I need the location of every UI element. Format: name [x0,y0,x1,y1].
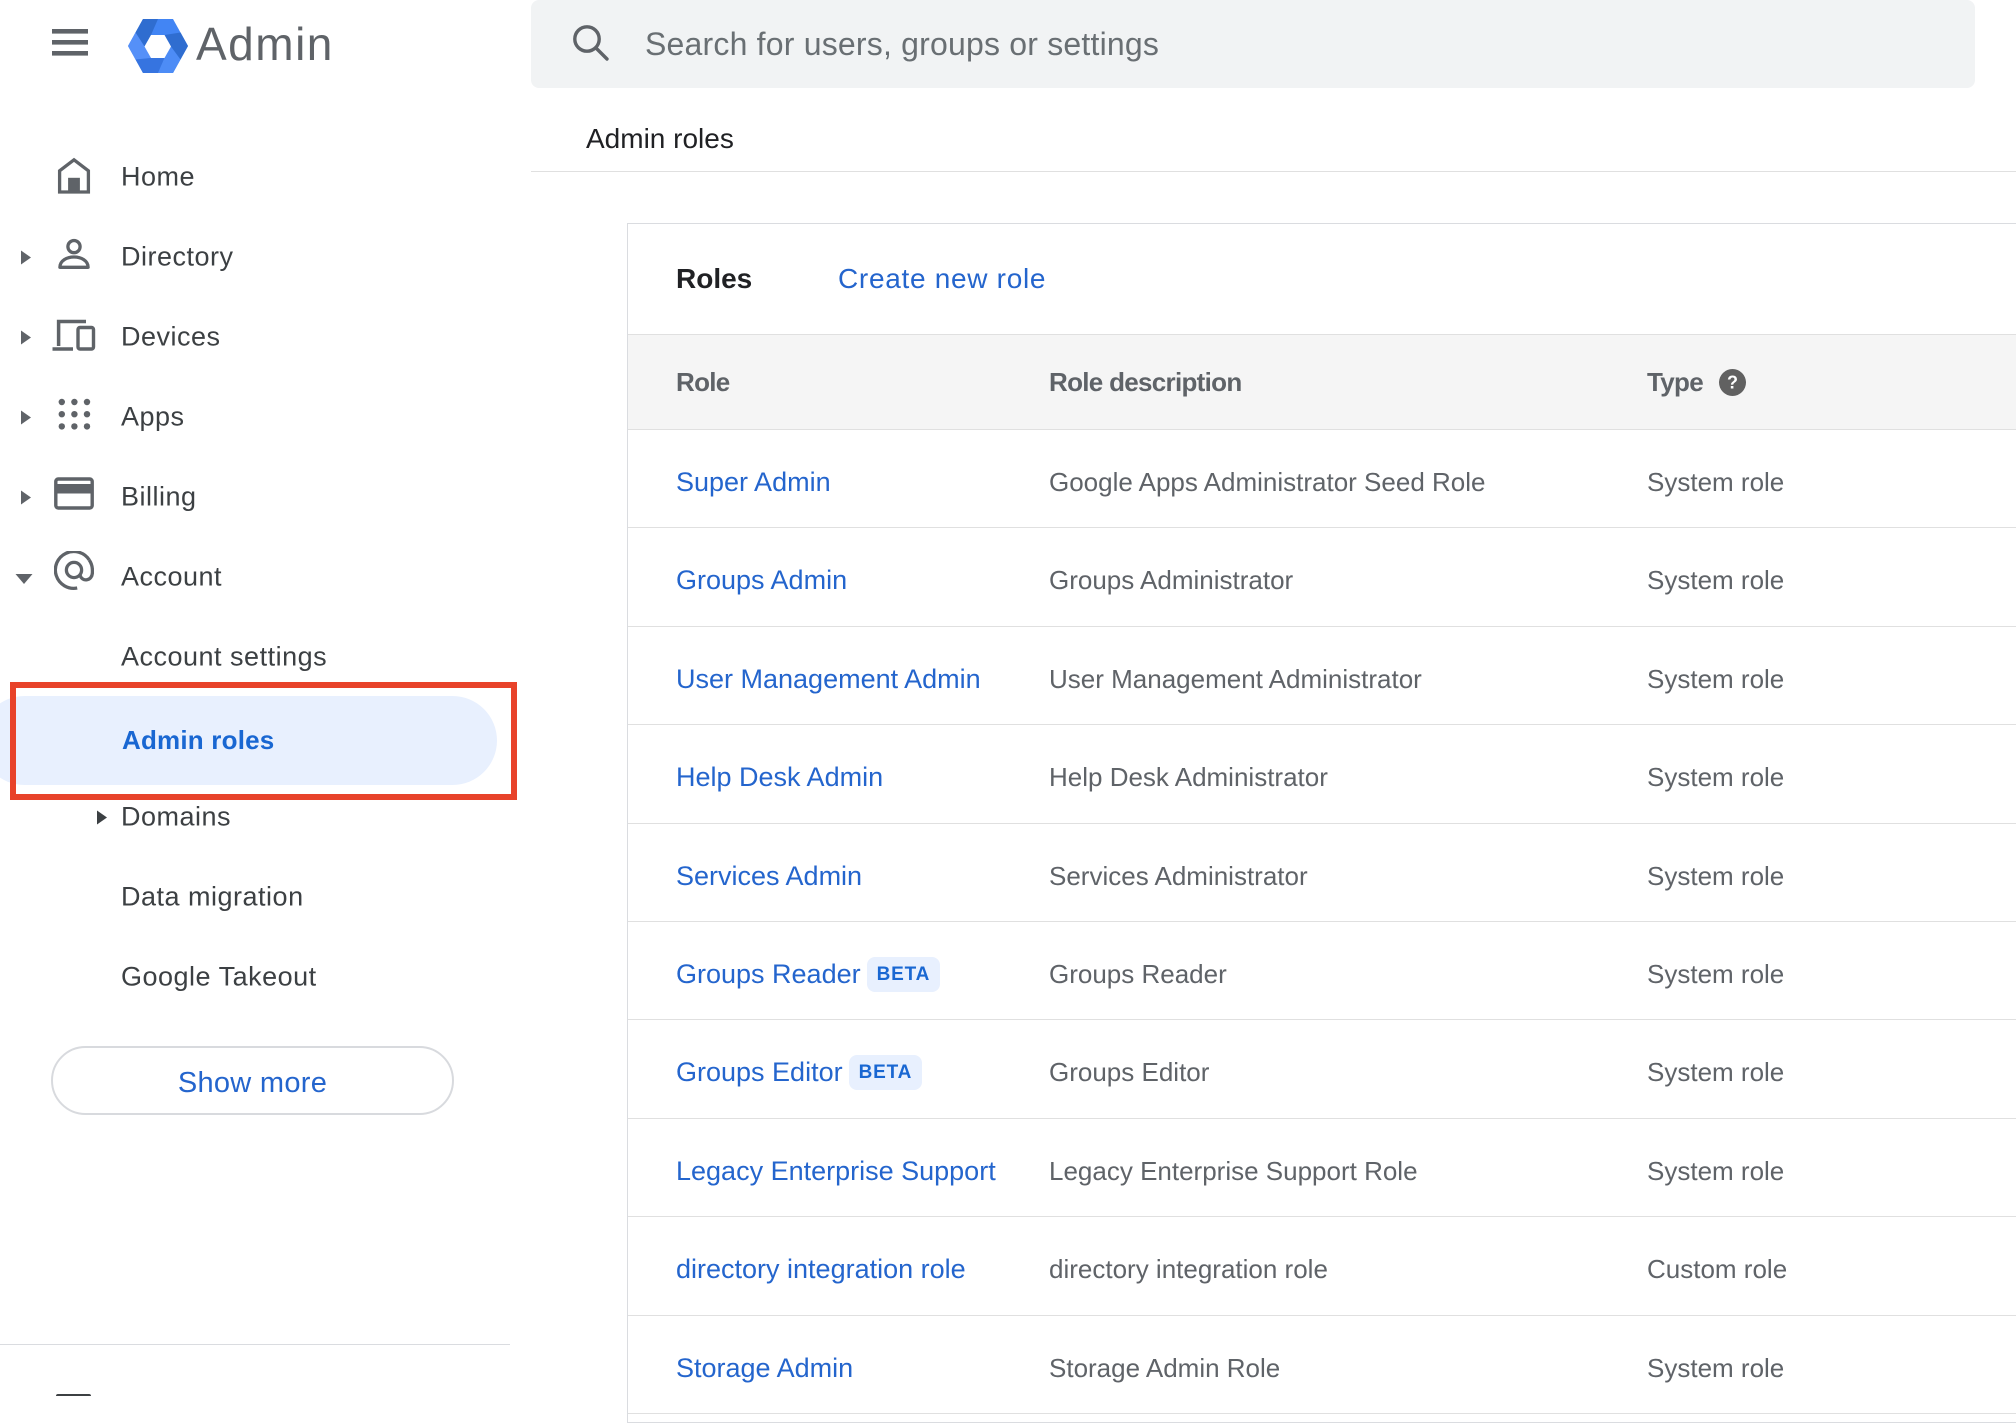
svg-text:?: ? [1727,373,1738,393]
